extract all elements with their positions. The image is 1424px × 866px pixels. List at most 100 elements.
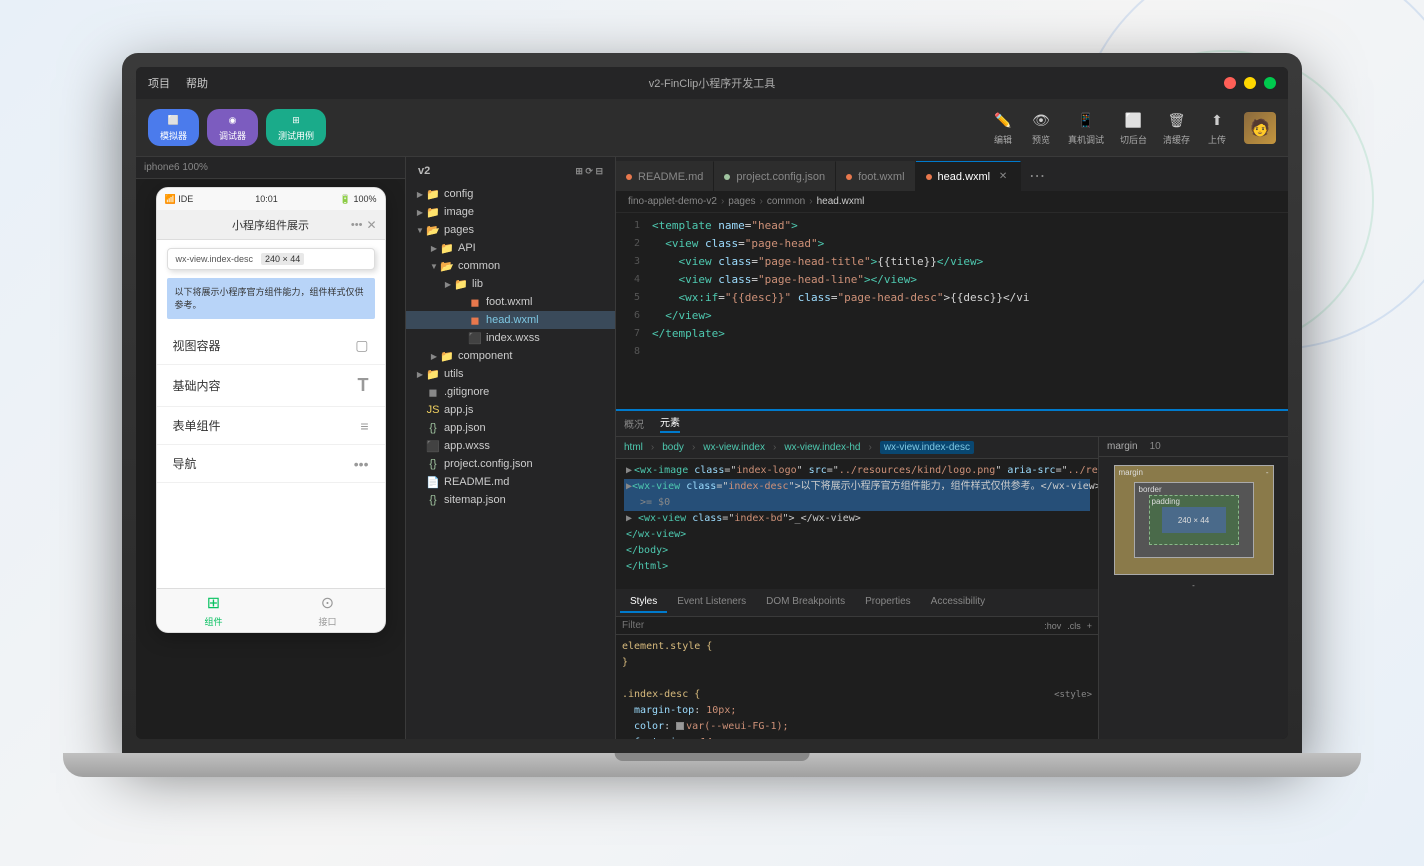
list-icon-3: •••	[354, 456, 369, 472]
titlebar-left: 项目 帮助	[148, 75, 208, 91]
element-tag-wx-view-desc[interactable]: wx-view.index-desc	[880, 441, 974, 454]
phone-list-item-3[interactable]: 导航 •••	[157, 445, 385, 483]
tree-item-app-json[interactable]: ▶ {} app.json	[406, 419, 615, 437]
phone-list-item-0[interactable]: 视图容器 ▢	[157, 327, 385, 365]
line-num-6: 6	[624, 307, 652, 325]
mode-btn-test[interactable]: ⊞ 测试用例	[266, 109, 326, 146]
tree-item-head-wxml[interactable]: ▶ ◼ head.wxml	[406, 311, 615, 329]
phone-tab-component[interactable]: ⊞ 组件	[157, 589, 271, 632]
phone-element-tooltip: wx-view.index-desc 240 × 44	[167, 248, 375, 270]
element-tag-wx-view-hd[interactable]: wx-view.index-hd	[784, 442, 860, 453]
html-line-eq: >= $0	[624, 495, 1090, 511]
breadcrumb-root[interactable]: fino-applet-demo-v2	[628, 196, 717, 207]
label-head-wxml: head.wxml	[486, 314, 539, 326]
toolbar-action-cut[interactable]: ⬜ 切后台	[1120, 109, 1147, 146]
styles-tab-dom[interactable]: DOM Breakpoints	[756, 592, 855, 613]
file-explorer-actions[interactable]: ⊞ ⟳ ⊟	[575, 166, 603, 177]
breadcrumb-pages[interactable]: pages	[728, 196, 755, 207]
laptop-wrapper: 项目 帮助 v2-FinClip小程序开发工具 ⬜ 模拟器	[122, 53, 1302, 813]
tree-item-sitemap[interactable]: ▶ {} sitemap.json	[406, 491, 615, 509]
phone-list-item-2[interactable]: 表单组件 ≡	[157, 407, 385, 445]
menu-item-project[interactable]: 项目	[148, 75, 170, 91]
rule-element-style: element.style { }	[622, 639, 1092, 671]
breadcrumb-common[interactable]: common	[767, 196, 805, 207]
styles-filter-input[interactable]	[622, 620, 1038, 631]
arrow-bd[interactable]: ▶	[626, 511, 638, 527]
tree-item-index-wxss[interactable]: ▶ ⬛ index.wxss	[406, 329, 615, 347]
nav-close-icon[interactable]: ✕	[366, 218, 376, 232]
toolbar-action-preview[interactable]: 👁 预览	[1030, 109, 1052, 146]
attr-val-src-wx-image: ../resources/kind/logo.png	[839, 463, 996, 479]
line-num-5: 5	[624, 289, 652, 307]
styles-tab-accessibility[interactable]: Accessibility	[921, 592, 995, 613]
filter-cls-badge[interactable]: .cls	[1067, 621, 1081, 631]
tab-project-config[interactable]: project.config.json	[714, 161, 836, 191]
tree-item-pages[interactable]: ▼ 📂 pages	[406, 221, 615, 239]
phone-bottom-tab-bar: ⊞ 组件 ⊙ 接口	[157, 588, 385, 632]
label-common: common	[458, 260, 500, 272]
tab-readme[interactable]: README.md	[616, 161, 714, 191]
right-panel: README.md project.config.json foot.wxml	[616, 157, 1288, 739]
tree-item-gitignore[interactable]: ▶ ◼ .gitignore	[406, 383, 615, 401]
box-border-layer: border padding 240 × 44	[1134, 482, 1254, 558]
tree-item-project-config[interactable]: ▶ {} project.config.json	[406, 455, 615, 473]
list-icon-2: ≡	[360, 418, 368, 434]
editor-body: 1 <template name="head"> 2 <view class="…	[616, 213, 1288, 409]
tree-item-lib[interactable]: ▶ 📁 lib	[406, 275, 615, 293]
phone-tab-api[interactable]: ⊙ 接口	[271, 589, 385, 632]
tree-item-app-wxss[interactable]: ▶ ⬛ app.wxss	[406, 437, 615, 455]
breadcrumb-file[interactable]: head.wxml	[817, 196, 865, 207]
app-titlebar: 项目 帮助 v2-FinClip小程序开发工具	[136, 67, 1288, 99]
toolbar-action-device[interactable]: 📱 真机调试	[1068, 109, 1104, 146]
user-avatar[interactable]: 🧑	[1244, 112, 1276, 144]
element-tag-body[interactable]: body	[662, 442, 684, 453]
attr-class-desc: class	[686, 479, 716, 495]
window-close-button[interactable]	[1224, 77, 1236, 89]
window-min-button[interactable]	[1244, 77, 1256, 89]
tab-head-wxml[interactable]: head.wxml ✕	[916, 161, 1022, 191]
html-line-wx-image: ▶ <wx-image class="index-logo" src="../r…	[624, 463, 1090, 479]
toolbar-action-upload[interactable]: ⬆ 上传	[1206, 109, 1228, 146]
tree-item-utils[interactable]: ▶ 📁 utils	[406, 365, 615, 383]
arrow-wx-image[interactable]: ▶	[626, 463, 632, 479]
toolbar-action-edit[interactable]: ✏️ 编辑	[992, 109, 1014, 146]
nav-menu-icon[interactable]: •••	[351, 219, 363, 231]
rule-source-index-desc[interactable]: <style>	[1054, 687, 1092, 703]
toolbar-action-cache[interactable]: 🗑 清缓存	[1163, 109, 1190, 146]
tabs-more-button[interactable]: ⋯	[1021, 161, 1053, 191]
tab-foot-wxml[interactable]: foot.wxml	[836, 161, 915, 191]
tree-item-common[interactable]: ▼ 📂 common	[406, 257, 615, 275]
mode-btn-debug[interactable]: ◉ 调试器	[207, 109, 258, 146]
code-editor[interactable]: 1 <template name="head"> 2 <view class="…	[616, 213, 1288, 409]
line-num-4: 4	[624, 271, 652, 289]
box-model-values: -	[1107, 581, 1280, 590]
element-tag-html[interactable]: html	[624, 442, 643, 453]
laptop-body: 项目 帮助 v2-FinClip小程序开发工具 ⬜ 模拟器	[122, 53, 1302, 753]
tree-item-component[interactable]: ▶ 📁 component	[406, 347, 615, 365]
menu-item-help[interactable]: 帮助	[186, 75, 208, 91]
tree-item-foot-wxml[interactable]: ▶ ◼ foot.wxml	[406, 293, 615, 311]
sep-4: ›	[868, 442, 871, 453]
styles-tab-events[interactable]: Event Listeners	[667, 592, 756, 613]
filter-hov-badge[interactable]: :hov	[1044, 621, 1061, 631]
devtools-html-tree[interactable]: ▶ <wx-image class="index-logo" src="../r…	[616, 459, 1098, 589]
phone-list-item-1[interactable]: 基础内容 T	[157, 365, 385, 407]
devtools-tab-elements[interactable]: 元素	[660, 414, 680, 433]
mode-btn-simulate[interactable]: ⬜ 模拟器	[148, 109, 199, 146]
device-label: iphone6 100%	[136, 157, 405, 179]
filter-add-badge[interactable]: +	[1087, 621, 1092, 631]
tree-item-image[interactable]: ▶ 📁 image	[406, 203, 615, 221]
styles-tab-styles[interactable]: Styles	[620, 592, 667, 613]
styles-tab-properties[interactable]: Properties	[855, 592, 921, 613]
folder-icon-api: 📁	[440, 241, 454, 255]
tab-close-head-wxml[interactable]: ✕	[996, 170, 1010, 184]
tree-item-app-js[interactable]: ▶ JS app.js	[406, 401, 615, 419]
tree-item-readme[interactable]: ▶ 📄 README.md	[406, 473, 615, 491]
devtools-tab-overview[interactable]: 概况	[624, 416, 644, 431]
tree-item-config[interactable]: ▶ 📁 config	[406, 185, 615, 203]
tree-item-api[interactable]: ▶ 📁 API	[406, 239, 615, 257]
label-project-config: project.config.json	[444, 458, 533, 470]
element-tag-wx-view-index[interactable]: wx-view.index	[703, 442, 765, 453]
window-max-button[interactable]	[1264, 77, 1276, 89]
prop-font-size: font-size: 14px;	[622, 737, 730, 739]
